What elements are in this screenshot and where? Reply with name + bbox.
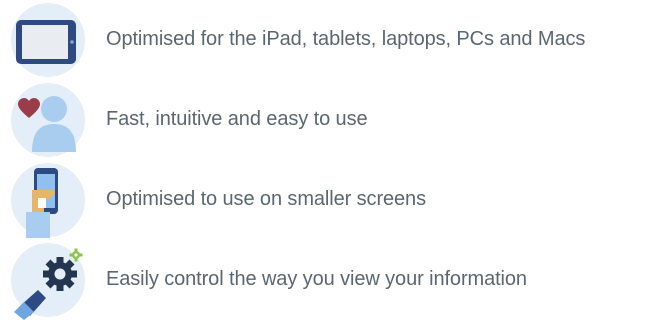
- feature-text: Optimised to use on smaller screens: [106, 188, 426, 210]
- feature-item-view-control: Easily control the way you view your inf…: [0, 240, 648, 320]
- feature-text: Optimised for the iPad, tablets, laptops…: [106, 28, 586, 50]
- smartphone-hand-icon: [8, 160, 90, 242]
- feature-text: Easily control the way you view your inf…: [106, 268, 527, 290]
- user-heart-icon: [8, 80, 90, 162]
- feature-item-ease-of-use: Fast, intuitive and easy to use: [0, 80, 648, 158]
- feature-item-small-screens: Optimised to use on smaller screens: [0, 160, 648, 238]
- gears-control-icon: [8, 240, 90, 322]
- feature-text: Fast, intuitive and easy to use: [106, 108, 368, 130]
- feature-list: Optimised for the iPad, tablets, laptops…: [0, 0, 648, 320]
- feature-item-devices: Optimised for the iPad, tablets, laptops…: [0, 0, 648, 78]
- tablet-icon: [8, 0, 90, 82]
